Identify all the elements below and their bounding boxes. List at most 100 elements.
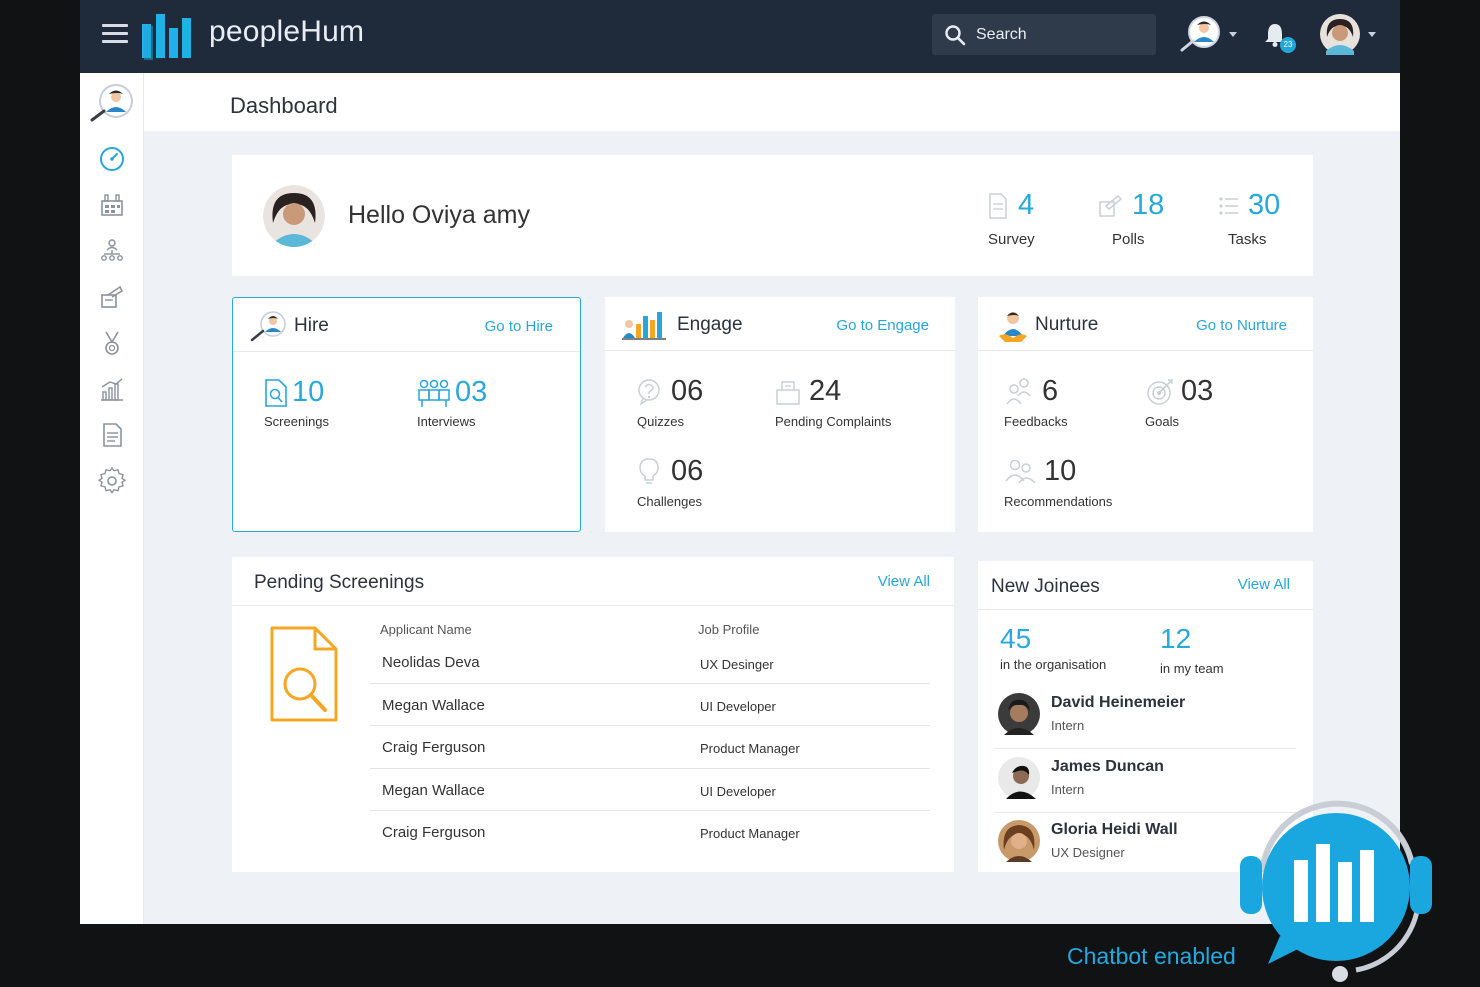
- screenings-count: 10: [292, 376, 325, 408]
- screenings-stat[interactable]: 10 Screenings: [264, 376, 329, 429]
- tasks-count: 30: [1248, 189, 1281, 221]
- survey-stat[interactable]: 4 Survey: [988, 189, 1058, 248]
- tasks-stat[interactable]: 30 Tasks: [1218, 189, 1308, 248]
- top-bar: peopleHum 23: [80, 0, 1400, 73]
- sidebar: [80, 73, 144, 924]
- pending-complaints-stat[interactable]: 24 Pending Complaints: [775, 375, 891, 429]
- menu-icon[interactable]: [102, 24, 128, 46]
- go-to-nurture-link[interactable]: Go to Nurture: [1196, 317, 1287, 334]
- dashboard-gauge-icon[interactable]: [98, 145, 126, 173]
- interviews-people-icon: [418, 379, 450, 407]
- feedbacks-stat[interactable]: 6 Feedbacks: [1004, 375, 1068, 429]
- settings-gear-icon[interactable]: [98, 467, 126, 495]
- chatbot-enabled-label: Chatbot enabled: [1067, 943, 1236, 969]
- hire-profile-icon[interactable]: [1178, 14, 1222, 54]
- challenges-stat[interactable]: 06 Challenges: [637, 455, 703, 509]
- table-row[interactable]: Craig Ferguson Product Manager: [370, 811, 930, 853]
- table-row[interactable]: Craig Ferguson Product Manager: [370, 726, 930, 769]
- page-title: Dashboard: [230, 93, 338, 118]
- table-row[interactable]: Megan Wallace UI Developer: [370, 684, 930, 726]
- quizzes-label: Quizzes: [637, 414, 684, 429]
- avatar: [998, 693, 1040, 735]
- challenges-label: Challenges: [637, 494, 703, 509]
- applicant-name: Craig Ferguson: [382, 739, 486, 756]
- screenings-label: Screenings: [264, 414, 330, 429]
- pending-screenings-card: Pending Screenings View All Applicant Na…: [232, 557, 954, 872]
- avatar: [998, 820, 1040, 862]
- joinee-role: UX Designer: [1051, 845, 1125, 860]
- organization-icon[interactable]: [98, 191, 126, 219]
- goals-count: 03: [1181, 375, 1214, 407]
- job-profile: UX Desinger: [700, 657, 774, 672]
- table-row[interactable]: Megan Wallace UI Developer: [370, 769, 930, 811]
- search-input[interactable]: [976, 25, 1146, 44]
- tasks-label: Tasks: [1228, 231, 1267, 248]
- go-to-hire-link[interactable]: Go to Hire: [485, 318, 553, 335]
- chevron-down-icon[interactable]: [1368, 32, 1376, 37]
- user-avatar: [263, 185, 325, 247]
- interviews-label: Interviews: [417, 414, 476, 429]
- brand-name: peopleHum: [209, 15, 365, 48]
- goals-stat[interactable]: 03 Goals: [1145, 375, 1213, 429]
- engage-chart-icon: [622, 312, 666, 340]
- lightbulb-icon: [639, 457, 659, 484]
- feedbacks-label: Feedbacks: [1004, 414, 1068, 429]
- applicant-name: Megan Wallace: [382, 782, 485, 799]
- team-hierarchy-icon[interactable]: [98, 237, 126, 265]
- analytics-chart-icon[interactable]: [98, 375, 126, 403]
- job-profile: UI Developer: [700, 699, 776, 714]
- nurture-card-header: Nurture Go to Nurture: [978, 297, 1313, 351]
- document-icon[interactable]: [98, 421, 126, 449]
- polls-count: 18: [1132, 189, 1165, 221]
- table-row[interactable]: Neolidas Deva UX Desinger: [370, 642, 930, 684]
- hire-title: Hire: [294, 315, 329, 336]
- recommendations-count: 10: [1044, 455, 1077, 487]
- pending-screenings-view-all[interactable]: View All: [878, 573, 930, 590]
- applicant-name: Megan Wallace: [382, 697, 485, 714]
- joinee-role: Intern: [1051, 782, 1085, 797]
- nurture-card: Nurture Go to Nurture 6 Feedbacks 03 Goa…: [978, 297, 1313, 532]
- chevron-down-icon[interactable]: [1229, 32, 1237, 37]
- nurture-person-icon: [999, 312, 1027, 342]
- screening-search-document-icon: [270, 626, 338, 722]
- feedbacks-count: 6: [1042, 375, 1059, 407]
- pending-complaints-count: 24: [809, 375, 842, 407]
- go-to-engage-link[interactable]: Go to Engage: [836, 317, 929, 334]
- recommendations-stat[interactable]: 10 Recommendations: [1004, 455, 1112, 509]
- engage-card: Engage Go to Engage 06 Quizzes 24 Pendin…: [605, 297, 955, 532]
- job-profile: Product Manager: [700, 741, 800, 756]
- polls-stat[interactable]: 18 Polls: [1096, 189, 1186, 248]
- org-joinee-label: in the organisation: [1000, 657, 1107, 672]
- feedback-people-icon: [1006, 377, 1031, 404]
- joinee-name: James Duncan: [1051, 758, 1164, 775]
- survey-count: 4: [1018, 189, 1035, 221]
- pending-screenings-title: Pending Screenings: [254, 572, 425, 593]
- quizzes-stat[interactable]: 06 Quizzes: [637, 375, 703, 429]
- polls-icon: [1099, 194, 1123, 217]
- quizzes-count: 06: [671, 375, 704, 407]
- joinee-role: Intern: [1051, 718, 1085, 733]
- search-box[interactable]: [932, 14, 1156, 55]
- chatbot-icon[interactable]: [1236, 794, 1436, 984]
- challenges-count: 06: [671, 455, 704, 487]
- notification-badge: 23: [1280, 37, 1296, 53]
- applicant-name: Craig Ferguson: [382, 824, 486, 841]
- org-joinee-count: 45: [1000, 623, 1032, 654]
- hire-card: Hire Go to Hire 10 Screenings 03 Intervi…: [232, 297, 581, 532]
- user-avatar[interactable]: [1319, 13, 1361, 55]
- greeting-card: Hello Oviya amy 4 Survey 18 Polls 30 Tas…: [232, 155, 1313, 276]
- team-joinee-count: 12: [1160, 623, 1192, 654]
- goals-label: Goals: [1145, 414, 1179, 429]
- new-joinees-view-all[interactable]: View All: [1238, 576, 1290, 593]
- pending-screenings-header: Pending Screenings View All: [232, 557, 954, 606]
- hire-profile-icon: [250, 311, 286, 342]
- list-item[interactable]: David Heinemeier Intern: [994, 687, 1296, 749]
- new-joinees-header: New Joinees View All: [978, 561, 1313, 610]
- medal-icon[interactable]: [98, 329, 126, 357]
- job-profile: UI Developer: [700, 784, 776, 799]
- interviews-stat[interactable]: 03 Interviews: [417, 376, 487, 429]
- column-header-job-profile: Job Profile: [698, 622, 760, 637]
- hire-profile-icon[interactable]: [88, 83, 136, 123]
- engage-icon[interactable]: [98, 283, 126, 311]
- survey-icon: [989, 192, 1007, 219]
